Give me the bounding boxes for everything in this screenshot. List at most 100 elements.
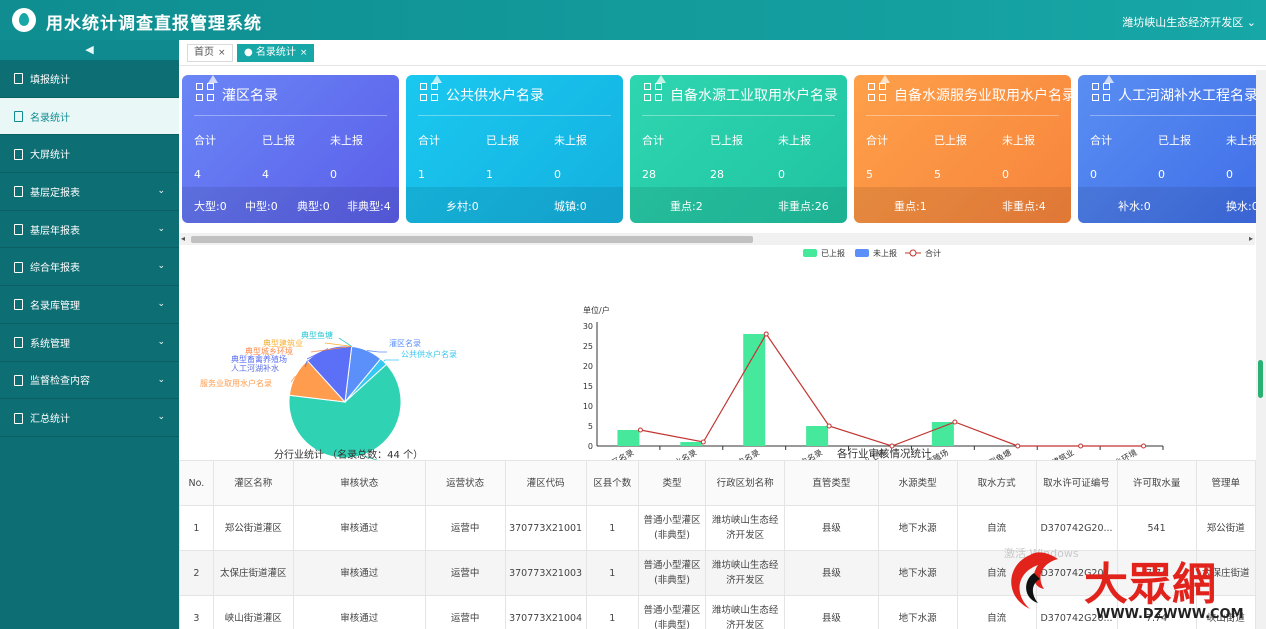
pie-slice-label: 灌区名录 <box>389 338 421 348</box>
scrollbar-thumb[interactable] <box>1258 360 1263 398</box>
bar-reported[interactable] <box>743 334 766 446</box>
region-selector[interactable]: 潍坊峡山生态经济开发区 ⌄ <box>1122 14 1256 30</box>
tab-directory-stats[interactable]: ● 名录统计 × <box>237 44 315 62</box>
total-point[interactable] <box>1141 443 1147 449</box>
close-icon[interactable]: × <box>300 48 308 58</box>
top-bar: 用水统计调查直报管理系统 潍坊峡山生态经济开发区 ⌄ <box>0 0 1266 40</box>
total-point[interactable] <box>1015 443 1021 449</box>
scroll-left-arrow-icon[interactable]: ◂ <box>181 234 185 243</box>
pie-label-line <box>383 359 399 362</box>
grid-icon <box>644 83 664 103</box>
stat-label: 未上报 <box>330 134 363 147</box>
column-header[interactable]: 区县个数 <box>585 460 639 506</box>
column-header[interactable]: 审核状态 <box>292 460 426 506</box>
sidebar-item-6[interactable]: 名录库管理 ⌄ <box>0 286 179 324</box>
printer-icon <box>13 224 23 236</box>
stat-value: 28 <box>642 168 656 181</box>
column-header[interactable]: 取水许可证编号 <box>1035 460 1118 506</box>
corner-marker-icon <box>1104 75 1114 83</box>
total-point[interactable] <box>826 423 832 429</box>
chevron-down-icon: ⌄ <box>157 299 165 310</box>
sidebar-item-7[interactable]: 系统管理 ⌄ <box>0 324 179 362</box>
scroll-right-arrow-icon[interactable]: ▸ <box>1249 234 1253 243</box>
legend-swatch[interactable] <box>855 249 869 257</box>
column-header[interactable]: 灌区代码 <box>504 460 587 506</box>
legend-marker[interactable] <box>909 249 917 257</box>
corner-marker-icon <box>880 75 890 83</box>
column-header[interactable]: 水源类型 <box>877 460 958 506</box>
sidebar-item-5[interactable]: 综合年报表 ⌄ <box>0 248 179 287</box>
total-point[interactable] <box>952 419 958 425</box>
sidebar-item-1[interactable]: 名录统计 <box>0 97 179 136</box>
y-tick-label: 20 <box>583 362 593 371</box>
summary-card-3[interactable]: 自备水源服务业取用水户名录 合计 5 已上报 5 未上报 0 重点:1 非重点:4 <box>854 75 1071 223</box>
card-title: 自备水源服务业取用水户名录 <box>894 88 1071 104</box>
tab-home[interactable]: 首页 × <box>187 44 233 62</box>
table-cell: 1 <box>179 505 214 551</box>
stat-label: 已上报 <box>710 134 743 147</box>
table-cell: 审核通过 <box>292 505 426 551</box>
tab-bar: 首页 × ● 名录统计 × <box>179 40 1266 66</box>
stat-label: 未上报 <box>778 134 811 147</box>
collapse-sidebar-button[interactable]: ◀ <box>0 40 179 60</box>
summary-card-0[interactable]: 灌区名录 合计 4 已上报 4 未上报 0 大型:0 中型:0 典型:0 非典型:4 <box>182 75 399 223</box>
stat-value: 5 <box>866 168 873 181</box>
sidebar-item-9[interactable]: 汇总统计 ⌄ <box>0 399 179 437</box>
close-icon[interactable]: × <box>218 48 226 58</box>
bar-reported[interactable] <box>680 442 703 446</box>
column-header[interactable]: 灌区名称 <box>212 460 294 506</box>
bar-reported[interactable] <box>931 422 954 446</box>
column-header[interactable]: No. <box>179 460 214 506</box>
column-header[interactable]: 直管类型 <box>784 460 879 506</box>
stat-label: 已上报 <box>934 134 967 147</box>
horizontal-scrollbar[interactable]: ◂ ▸ <box>179 233 1255 245</box>
footer-stat: 重点:2 <box>670 200 703 213</box>
scrollbar-thumb[interactable] <box>191 236 753 243</box>
footer-stat: 典型:0 <box>297 200 330 213</box>
sidebar-item-3[interactable]: 基层定报表 ⌄ <box>0 173 179 211</box>
form-icon <box>13 412 23 424</box>
total-point[interactable] <box>637 427 643 433</box>
legend-swatch[interactable] <box>803 249 817 257</box>
table-cell: 1 <box>585 595 639 629</box>
stat-label: 未上报 <box>1002 134 1035 147</box>
gear-icon <box>13 337 23 349</box>
app-title: 用水统计调查直报管理系统 <box>46 14 262 34</box>
column-header[interactable]: 许可取水量 <box>1116 460 1197 506</box>
card-title: 公共供水户名录 <box>446 88 544 104</box>
stat-value: 0 <box>1226 168 1233 181</box>
table-cell: 县级 <box>784 550 879 596</box>
stat-value: 1 <box>418 168 425 181</box>
column-header[interactable]: 管理单 <box>1195 460 1256 506</box>
total-point[interactable] <box>1078 443 1084 449</box>
column-header[interactable]: 类型 <box>637 460 707 506</box>
footer-stat: 乡村:0 <box>446 200 479 213</box>
total-line <box>640 332 1144 447</box>
footer-stat: 中型:0 <box>245 200 278 213</box>
total-point[interactable] <box>700 439 706 445</box>
summary-card-2[interactable]: 自备水源工业取用水户名录 合计 28 已上报 28 未上报 0 重点:2 非重点:26 <box>630 75 847 223</box>
table-cell: 普通小型灌区(非典型) <box>637 595 707 629</box>
summary-card-4[interactable]: 人工河湖补水工程名录 合计 0 已上报 0 未上报 0 补水:0 换水:0 <box>1078 75 1266 223</box>
share-icon <box>13 186 23 198</box>
x-tick-label: 典型鱼塘 <box>980 447 1013 460</box>
divider <box>866 115 1059 116</box>
sidebar-item-label: 汇总统计 <box>30 414 70 426</box>
y-axis-label: 单位/户 <box>583 305 610 315</box>
sidebar-item-4[interactable]: 基层年报表 ⌄ <box>0 211 179 249</box>
brand-text: 大眾網 <box>1084 559 1216 610</box>
summary-card-1[interactable]: 公共供水户名录 合计 1 已上报 1 未上报 0 乡村:0 城镇:0 <box>406 75 623 223</box>
column-header[interactable]: 运营状态 <box>424 460 506 506</box>
stat-label: 已上报 <box>486 134 519 147</box>
column-header[interactable]: 取水方式 <box>956 460 1037 506</box>
bar-reported[interactable] <box>617 430 640 446</box>
bar-reported[interactable] <box>806 426 829 446</box>
stat-label: 已上报 <box>1158 134 1191 147</box>
sidebar-item-0[interactable]: 填报统计 <box>0 60 179 98</box>
sidebar-item-2[interactable]: 大屏统计 <box>0 135 179 174</box>
form-icon <box>13 73 23 85</box>
column-header[interactable]: 行政区划名称 <box>705 460 786 506</box>
total-point[interactable] <box>763 331 769 337</box>
bar-line-chart: 已上报 未上报 合计单位/户 0 5 10 15 20 25 30 灌区名录 公共供水名录工业取水户名… <box>583 248 1164 460</box>
sidebar-item-8[interactable]: 监督检查内容 ⌄ <box>0 362 179 400</box>
